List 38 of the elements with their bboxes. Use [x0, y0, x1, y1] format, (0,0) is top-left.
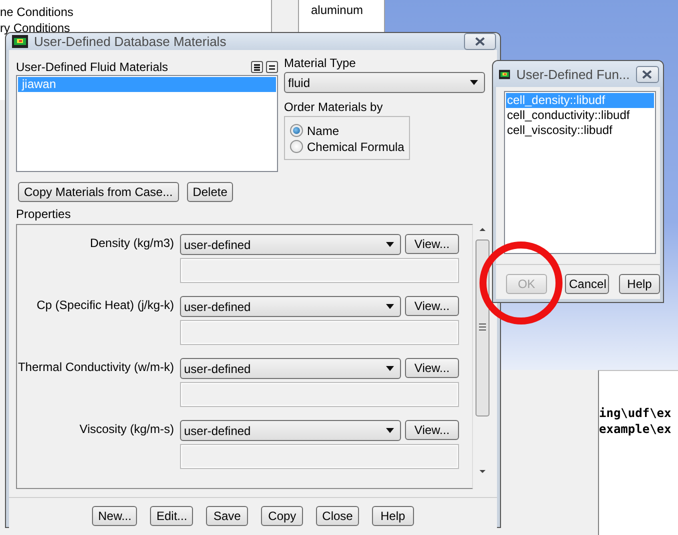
group-label: Order Materials by	[284, 100, 384, 114]
property-label: Cp (Specific Heat) (j/kg-k)	[36, 297, 174, 314]
window-title: User-Defined Database Materials	[34, 34, 228, 49]
footer-button[interactable]: Help	[372, 506, 414, 526]
footer-button[interactable]: Save	[206, 506, 248, 526]
property-label: Density (kg/m3)	[88, 235, 174, 252]
method-dropdown[interactable]: user-defined	[180, 358, 401, 379]
tree-item[interactable]: ry Conditions	[0, 20, 271, 36]
action-button[interactable]: Delete	[186, 182, 234, 202]
method-dropdown[interactable]: user-defined	[180, 420, 401, 441]
list-item[interactable]: aluminum	[311, 3, 384, 17]
footer-button[interactable]: Close	[316, 506, 359, 526]
action-button[interactable]: Copy Materials from Case...	[18, 182, 179, 202]
window-title: User-Defined Fun...	[516, 66, 630, 82]
view-button[interactable]: View...	[405, 358, 459, 378]
console-line: example\ex	[599, 421, 672, 437]
dialog-button[interactable]: Cancel	[565, 274, 609, 294]
field-label: Material Type	[284, 56, 357, 70]
footer-button[interactable]: New...	[92, 506, 138, 526]
list-item[interactable]: cell_viscosity::libudf	[506, 123, 654, 138]
material-type-dropdown[interactable]: fluid	[284, 72, 485, 93]
radio-label[interactable]: Chemical Formula	[307, 140, 404, 154]
view-button[interactable]: View...	[405, 234, 459, 254]
list-item[interactable]: cell_conductivity::libudf	[506, 108, 654, 123]
footer-button[interactable]: Copy	[261, 506, 304, 526]
property-label: Thermal Conductivity (w/m-k)	[17, 359, 174, 376]
tree-item[interactable]: ne Conditions	[0, 4, 271, 20]
list-label: User-Defined Fluid Materials	[16, 60, 168, 74]
method-dropdown[interactable]: user-defined	[180, 296, 401, 317]
section-label: Properties	[16, 207, 72, 221]
radio-label[interactable]: Name	[307, 124, 340, 138]
property-label: Viscosity (kg/m-s)	[78, 421, 174, 438]
view-button[interactable]: View...	[405, 296, 459, 316]
console-line: ing\udf\ex	[599, 405, 672, 421]
dialog-button[interactable]: Help	[619, 274, 660, 294]
view-button[interactable]: View...	[405, 420, 459, 440]
method-dropdown[interactable]: user-defined	[180, 234, 401, 255]
footer-button[interactable]: Edit...	[150, 506, 194, 526]
